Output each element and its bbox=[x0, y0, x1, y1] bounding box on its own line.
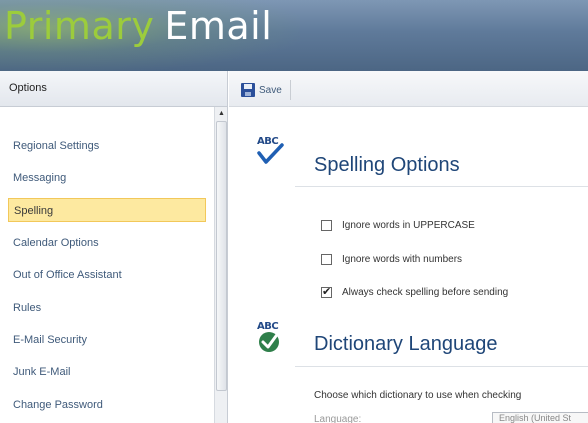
section-divider bbox=[295, 366, 588, 367]
save-button[interactable]: Save bbox=[241, 80, 291, 100]
ignore-numbers-checkbox[interactable] bbox=[321, 253, 332, 265]
settings-content: ABC Spelling Options Ignore words in UPP… bbox=[229, 107, 588, 423]
options-header: Options bbox=[0, 71, 228, 107]
language-label: Language: bbox=[314, 414, 362, 423]
app-banner: Primary Email bbox=[0, 0, 588, 71]
save-button-label: Save bbox=[259, 84, 282, 96]
language-select[interactable]: English (United St bbox=[492, 412, 588, 423]
nav-item-email-security[interactable]: E-Mail Security bbox=[8, 328, 206, 352]
nav-item-junk-email[interactable]: Junk E-Mail bbox=[8, 360, 206, 384]
option-ignore-numbers[interactable]: Ignore words with numbers bbox=[321, 252, 462, 266]
toolbar: Save bbox=[229, 71, 588, 107]
app-title: Primary Email bbox=[4, 2, 272, 50]
save-icon bbox=[241, 83, 255, 97]
nav-item-calendar-options[interactable]: Calendar Options bbox=[8, 231, 206, 255]
app-title-word2: Email bbox=[164, 4, 273, 48]
nav-item-messaging[interactable]: Messaging bbox=[8, 166, 206, 190]
dictionary-description: Choose which dictionary to use when chec… bbox=[314, 390, 522, 401]
options-scrollbar[interactable]: ▲ bbox=[214, 107, 228, 423]
dictionary-language-title: Dictionary Language bbox=[314, 333, 498, 355]
always-check-spelling-checkbox[interactable] bbox=[321, 285, 332, 298]
option-always-check-spelling[interactable]: Always check spelling before sending bbox=[321, 285, 508, 299]
ignore-uppercase-label: Ignore words in UPPERCASE bbox=[342, 219, 475, 231]
option-ignore-uppercase[interactable]: Ignore words in UPPERCASE bbox=[321, 218, 475, 232]
ignore-numbers-label: Ignore words with numbers bbox=[342, 253, 463, 265]
section-divider bbox=[295, 186, 588, 187]
nav-item-change-password[interactable]: Change Password bbox=[8, 393, 206, 417]
scrollbar-thumb[interactable] bbox=[216, 121, 227, 391]
nav-item-rules[interactable]: Rules bbox=[8, 296, 206, 320]
ignore-uppercase-checkbox[interactable] bbox=[321, 219, 332, 231]
spelling-options-title: Spelling Options bbox=[314, 154, 460, 176]
scroll-up-arrow-icon[interactable]: ▲ bbox=[215, 107, 228, 121]
nav-item-regional-settings[interactable]: Regional Settings bbox=[8, 134, 206, 158]
nav-item-out-of-office[interactable]: Out of Office Assistant bbox=[8, 263, 206, 287]
language-row: Language: English (United St bbox=[314, 412, 588, 423]
always-check-spelling-label: Always check spelling before sending bbox=[342, 286, 509, 298]
app-title-word1: Primary bbox=[4, 4, 155, 48]
dictionary-check-icon: ABC bbox=[256, 321, 290, 355]
spellcheck-icon: ABC bbox=[256, 136, 290, 170]
options-nav: Regional Settings Messaging Spelling Cal… bbox=[0, 107, 214, 423]
nav-item-spelling[interactable]: Spelling bbox=[8, 198, 206, 222]
